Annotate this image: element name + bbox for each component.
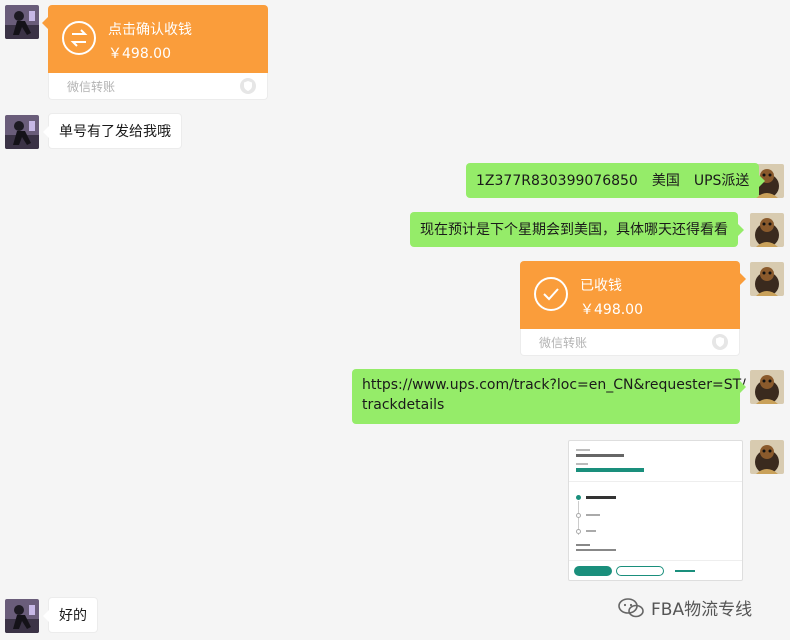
- message-link-bubble[interactable]: https://www.ups.com/track?loc=en_CN&requ…: [352, 369, 746, 424]
- transfer-footer: 微信转账: [67, 80, 116, 94]
- link-text-line1[interactable]: https://www.ups.com/track?loc=en_CN&requ…: [362, 375, 746, 395]
- message-text: 1Z377R830399076850 美国 UPS派送: [476, 173, 750, 189]
- transfer-title: 已收钱: [580, 278, 622, 294]
- screenshot-text-line: [576, 544, 590, 546]
- status-dot-icon: [576, 495, 581, 500]
- screenshot-text-line: [586, 514, 600, 516]
- message-bubble-sent[interactable]: 现在预计是下个星期会到美国，具体哪天还得看看: [410, 212, 744, 247]
- screenshot-button: [616, 566, 664, 576]
- contact-avatar[interactable]: [5, 115, 39, 149]
- screenshot-divider: [569, 560, 742, 561]
- screenshot-text-line: [576, 449, 590, 451]
- wechat-official-account-icon: [618, 597, 644, 617]
- my-avatar[interactable]: [750, 440, 784, 474]
- status-dot-icon: [576, 529, 581, 534]
- tracking-screenshot-image[interactable]: [568, 440, 743, 581]
- message-bubble-received[interactable]: 单号有了发给我哦: [43, 113, 182, 149]
- my-avatar[interactable]: [750, 262, 784, 296]
- message-text: 单号有了发给我哦: [59, 124, 171, 140]
- transfer-amount: ￥498.00: [108, 46, 171, 62]
- message-bubble-received[interactable]: 好的: [43, 597, 98, 633]
- my-avatar[interactable]: [750, 213, 784, 247]
- shield-icon: [712, 334, 728, 350]
- transfer-card-received[interactable]: 点击确认收钱 ￥498.00 微信转账: [42, 5, 268, 100]
- transfer-footer: 微信转账: [539, 336, 588, 350]
- watermark: FBA物流专线: [617, 595, 752, 620]
- transfer-card-accepted[interactable]: 已收钱 ￥498.00 微信转账: [520, 261, 746, 356]
- screenshot-text-line: [586, 496, 616, 499]
- transfer-arrows-icon: [62, 21, 96, 55]
- contact-avatar[interactable]: [5, 5, 39, 39]
- screenshot-text-line: [576, 549, 616, 551]
- check-icon: [534, 277, 568, 311]
- message-text: 现在预计是下个星期会到美国，具体哪天还得看看: [420, 222, 728, 238]
- shield-icon: [240, 78, 256, 94]
- transfer-amount: ￥498.00: [580, 302, 643, 318]
- screenshot-text-line: [576, 468, 644, 472]
- watermark-text: FBA物流专线: [651, 600, 753, 620]
- transfer-title: 点击确认收钱: [108, 22, 192, 38]
- status-dot-icon: [576, 513, 581, 518]
- my-avatar[interactable]: [750, 370, 784, 404]
- screenshot-divider: [569, 481, 742, 482]
- contact-avatar[interactable]: [5, 599, 39, 633]
- screenshot-text-line: [576, 463, 588, 465]
- screenshot-text-line: [586, 530, 596, 532]
- screenshot-button: [574, 566, 612, 576]
- screenshot-text-line: [675, 570, 695, 572]
- screenshot-text-line: [576, 454, 624, 457]
- link-text-line2[interactable]: trackdetails: [362, 395, 730, 415]
- message-bubble-sent[interactable]: 1Z377R830399076850 美国 UPS派送: [466, 163, 766, 198]
- message-text: 好的: [59, 608, 87, 624]
